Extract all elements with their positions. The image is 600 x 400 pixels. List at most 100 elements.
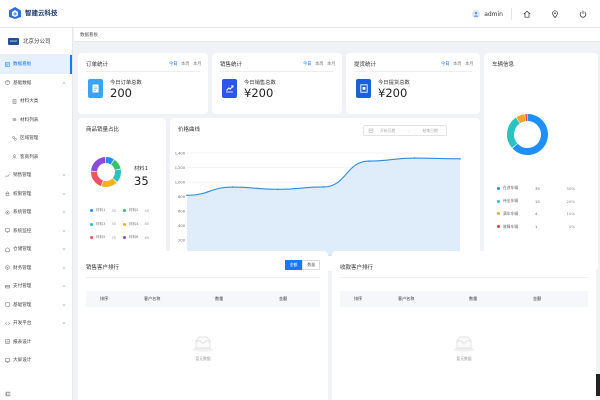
- sidebar-item-merchants[interactable]: 客商列表: [0, 148, 72, 167]
- price-trend-card: 价格曲线 开始日期 - 结束日期 02004006008001,0001,200…: [170, 118, 480, 271]
- legend-item[interactable]: 材料2 45: [123, 208, 156, 213]
- sidebar-item-permissions[interactable]: 权限管理: [0, 185, 72, 204]
- stat-caption: 今日订单总数: [110, 80, 142, 86]
- sidebar-item-screen-design[interactable]: 大屏设计: [0, 351, 72, 370]
- legend-value: 75: [111, 235, 117, 240]
- system-icon: [5, 210, 10, 215]
- sidebar-item-region[interactable]: 区域管理: [0, 129, 72, 148]
- sidebar-item-label: 基础管理: [13, 302, 32, 308]
- price-point[interactable]: [231, 186, 234, 188]
- card-divider: [354, 71, 472, 72]
- filter-today-link[interactable]: 今日: [441, 61, 450, 67]
- price-point[interactable]: [413, 157, 416, 159]
- donut-slice[interactable]: [507, 117, 521, 148]
- donut-slice[interactable]: [512, 114, 548, 155]
- vehicle-percent: 0%: [568, 224, 575, 230]
- sidebar-item-material-list[interactable]: 材料列表: [0, 111, 72, 130]
- receipt-ranking-card: 收款客户排行 排序 客户名称 数量 金额 暂无数据: [332, 251, 596, 400]
- username[interactable]: admin: [484, 11, 503, 18]
- filter-month-link[interactable]: 本月: [193, 61, 202, 67]
- product-share-card: 商品销量占比 材料1 35 材料1 35 材料2 45 材料3 55 材料4 65 材料…: [78, 118, 166, 271]
- donut-slice[interactable]: [91, 171, 104, 187]
- filter-today-link[interactable]: 今日: [169, 61, 178, 67]
- screen-icon: [5, 358, 10, 363]
- price-point[interactable]: [322, 186, 325, 188]
- filter-today-link[interactable]: 今日: [303, 61, 312, 67]
- sales-icon: [5, 173, 10, 178]
- sidebar-item-report-design[interactable]: 报表设计: [0, 333, 72, 352]
- collapse-sidebar-icon[interactable]: [5, 391, 11, 397]
- column-customer: 客户名称: [144, 296, 161, 301]
- card-title: 收款客户排行: [340, 265, 374, 271]
- org-switcher[interactable]: LOGO 北京分公司: [0, 28, 72, 55]
- legend-name: 材料6: [129, 235, 139, 240]
- legend-name: 材料4: [129, 221, 139, 226]
- sidebar-item-dashboard[interactable]: 数据看板: [0, 55, 72, 74]
- tab-quantity[interactable]: 数量: [302, 260, 320, 270]
- vehicle-type: 待出车辆: [503, 198, 519, 204]
- sidebar-item-material-category[interactable]: 材料大类: [0, 92, 72, 111]
- stat-caption: 今日提货总数: [378, 80, 410, 86]
- document-icon: [88, 79, 103, 98]
- payment-icon: [5, 284, 10, 289]
- sidebar-item-label: 财务管理: [13, 265, 32, 271]
- legend-item[interactable]: 材料5 75: [90, 235, 123, 240]
- sidebar-item-sales[interactable]: 销售管理: [0, 166, 72, 185]
- filter-week-link[interactable]: 本周: [315, 61, 324, 67]
- filter-month-link[interactable]: 本月: [327, 61, 336, 67]
- chevron-down-icon: [62, 192, 66, 195]
- header-divider: [511, 8, 512, 20]
- sidebar-item-payment[interactable]: 支付管理: [0, 277, 72, 296]
- stat-value: 200: [110, 86, 132, 100]
- vehicle-row: 满车车辆 4 10%: [497, 208, 585, 221]
- legend-item[interactable]: 材料1 35: [90, 208, 123, 213]
- donut-slice[interactable]: [105, 157, 114, 165]
- y-tick-label: 600: [178, 210, 186, 214]
- tab-amount[interactable]: 金额: [284, 260, 303, 270]
- legend-value: 55: [111, 222, 117, 227]
- sidebar-item-monitor[interactable]: 系统监控: [0, 222, 72, 241]
- location-icon[interactable]: [548, 7, 562, 21]
- price-point[interactable]: [368, 160, 370, 162]
- vehicle-row: 在途车辆 35 50%: [497, 182, 585, 195]
- sidebar-item-warehouse[interactable]: 仓储管理: [0, 240, 72, 259]
- sidebar-item-finance[interactable]: 财务管理: [0, 259, 72, 278]
- trend-icon: [222, 79, 237, 98]
- legend-item[interactable]: 材料4 65: [123, 222, 156, 227]
- sidebar-item-label: 大屏设计: [13, 358, 32, 364]
- sidebar-item-label: 基础数据: [13, 80, 32, 86]
- filter-week-link[interactable]: 本周: [453, 61, 462, 67]
- price-point[interactable]: [459, 158, 461, 160]
- power-icon[interactable]: [576, 7, 590, 21]
- product-share-donut: [91, 157, 121, 187]
- sidebar-item-base-admin[interactable]: 基础管理: [0, 296, 72, 315]
- sidebar-item-system[interactable]: 系统管理: [0, 203, 72, 222]
- vehicle-info-card: 车辆信息 在途车辆 35 50% 待出车辆 15 20% 满车车辆 4 10%: [484, 53, 598, 271]
- sidebar-item-basic-data[interactable]: 基础数据: [0, 74, 72, 93]
- donut-slice[interactable]: [112, 169, 121, 182]
- legend-value: 85: [144, 235, 150, 240]
- filter-week-link[interactable]: 本周: [181, 61, 190, 67]
- sales-stats-card: 销售统计 今日 本周 本月 今日销售总数 ¥200: [212, 53, 342, 114]
- donut-slice[interactable]: [110, 159, 121, 171]
- donut-slice[interactable]: [516, 114, 526, 124]
- donut-slice[interactable]: [101, 178, 117, 187]
- vehicle-row: 待出车辆 15 20%: [497, 195, 585, 208]
- filter-month-link[interactable]: 本月: [465, 61, 474, 67]
- legend-name: 材料2: [129, 208, 139, 213]
- legend-item[interactable]: 材料6 85: [123, 235, 156, 240]
- home-icon[interactable]: [520, 7, 534, 21]
- card-title: 商品销量占比: [86, 127, 120, 133]
- price-point[interactable]: [277, 188, 279, 191]
- legend-dot: [90, 209, 93, 213]
- chevron-down-icon: [62, 266, 66, 269]
- sidebar-item-dev-platform[interactable]: 开发平台: [0, 314, 72, 333]
- user-icon[interactable]: [472, 10, 481, 18]
- breadcrumb-current: 数据看板: [80, 32, 98, 38]
- legend-item[interactable]: 材料3 55: [90, 222, 123, 227]
- brand-logo[interactable]: 智建云科技: [8, 6, 58, 20]
- price-point[interactable]: [186, 194, 188, 197]
- donut-slice[interactable]: [91, 157, 106, 172]
- scrollbar-thumb[interactable]: [596, 374, 600, 396]
- empty-text: 暂无数据: [456, 356, 472, 361]
